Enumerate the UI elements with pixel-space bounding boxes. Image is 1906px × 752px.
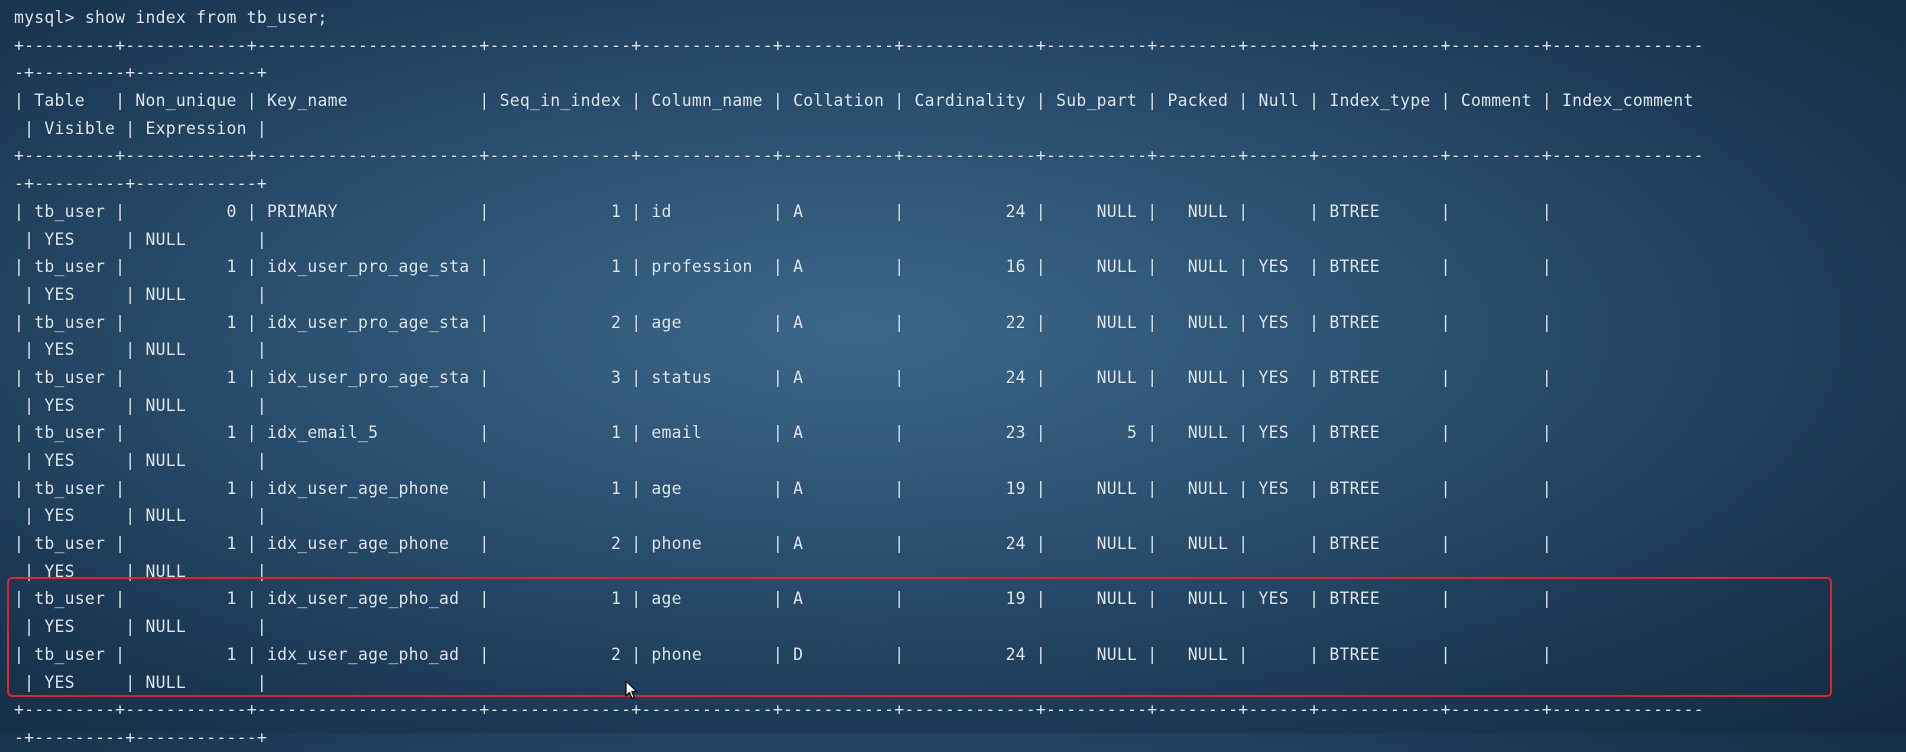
table-border: +---------+------------+----------------… — [14, 35, 1704, 55]
table-border: -+---------+------------+ — [14, 727, 267, 747]
table-row: | YES | NULL | — [14, 506, 267, 526]
table-row: | YES | NULL | — [14, 340, 267, 360]
command-prompt: mysql> show index from tb_user; — [14, 8, 328, 27]
table-row: | YES | NULL | — [14, 284, 267, 304]
table-header: | Visible | Expression | — [14, 118, 267, 138]
table-row: | tb_user | 1 | idx_user_pro_age_sta | 3… — [14, 367, 1552, 387]
table-border: +---------+------------+----------------… — [14, 146, 1704, 166]
table-row: | YES | NULL | — [14, 395, 267, 415]
table-row: | tb_user | 0 | PRIMARY | 1 | id | A | 2… — [14, 201, 1552, 221]
table-row: | YES | NULL | — [14, 229, 267, 249]
table-border: -+---------+------------+ — [14, 174, 267, 194]
table-row: | tb_user | 1 | idx_user_pro_age_sta | 1… — [14, 257, 1552, 277]
highlight-box — [7, 577, 1832, 697]
table-row: | tb_user | 1 | idx_user_age_phone | 2 |… — [14, 534, 1552, 554]
table-row: | YES | NULL | — [14, 451, 267, 470]
table-border: -+---------+------------+ — [14, 63, 267, 83]
table-row: | tb_user | 1 | idx_user_pro_age_sta | 2… — [14, 312, 1552, 332]
terminal-window[interactable]: mysql> show index from tb_user; +-------… — [0, 0, 1906, 747]
table-header: | Table | Non_unique | Key_name | Seq_in… — [14, 91, 1694, 111]
mouse-pointer-icon — [625, 680, 639, 704]
table-border: +---------+------------+----------------… — [14, 700, 1704, 720]
table-row: | tb_user | 1 | idx_email_5 | 1 | email … — [14, 423, 1552, 443]
table-row: | tb_user | 1 | idx_user_age_phone | 1 |… — [14, 478, 1552, 498]
